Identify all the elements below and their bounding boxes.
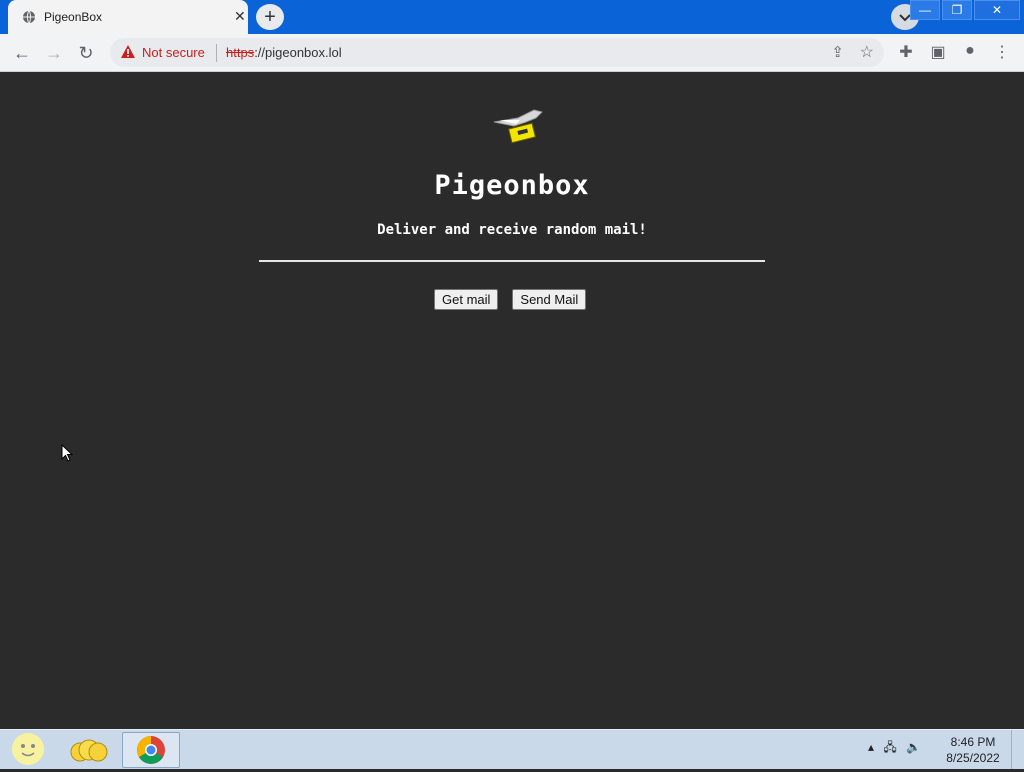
bookmark-star-icon[interactable]: ☆ [860,42,874,62]
minimize-button[interactable]: — [910,0,940,20]
window-close-button[interactable]: ✕ [974,0,1020,20]
chrome-icon [137,736,165,764]
globe-icon [23,10,35,24]
browser-toolbar: ← → ↻ Not secure https://pigeonbox.lol ⇪… [0,34,1024,72]
taskbar-clock[interactable]: 8:46 PM 8/25/2022 [940,734,1006,766]
extensions-icon[interactable]: ✚ [896,42,916,62]
taskbar-folder[interactable] [62,732,118,766]
action-buttons: Get mail Send Mail [434,289,587,310]
mouse-cursor-icon [61,444,73,462]
address-bar[interactable]: Not secure https://pigeonbox.lol ⇪ ☆ [110,38,884,67]
network-icon[interactable]: 🖧 [883,740,896,754]
address-separator [216,44,217,62]
clock-time: 8:46 PM [950,735,996,749]
side-panel-icon[interactable]: ▣ [928,42,948,62]
restore-button[interactable]: ❐ [942,0,972,20]
url-text[interactable]: https://pigeonbox.lol [226,45,342,60]
back-arrow-icon[interactable]: ← [10,41,34,65]
show-desktop-button[interactable] [1011,730,1024,769]
taskbar: ▴ 🖧 🔈 8:46 PM 8/25/2022 [0,729,1024,769]
taskbar-chrome[interactable] [122,732,180,768]
start-button[interactable] [4,732,60,766]
tray-expand-icon[interactable]: ▴ [868,740,874,754]
tab-close-icon[interactable]: ✕ [234,8,246,25]
browser-tab[interactable]: PigeonBox ✕ [8,0,248,34]
url-scheme: https [226,45,255,60]
warning-icon[interactable] [120,44,136,60]
menu-icon[interactable]: ⋮ [992,42,1012,62]
get-mail-button[interactable]: Get mail [434,289,499,310]
tab-title: PigeonBox [44,10,103,24]
start-orb-icon [12,733,44,765]
forward-arrow-icon[interactable]: → [42,41,66,65]
new-tab-button[interactable]: + [256,4,284,30]
system-tray: ▴ 🖧 🔈 [868,738,921,759]
pigeon-logo-icon [493,109,543,144]
volume-icon[interactable]: 🔈 [906,740,921,754]
browser-titlebar: PigeonBox ✕ + — ❐ ✕ [0,0,1024,34]
clock-date: 8/25/2022 [946,751,1000,765]
not-secure-label[interactable]: Not secure [142,45,205,60]
url-host: ://pigeonbox.lol [254,45,342,60]
window-controls: — ❐ ✕ [908,0,1020,20]
reload-icon[interactable]: ↻ [74,41,98,65]
send-mail-button[interactable]: Send Mail [512,289,587,310]
profile-icon[interactable]: ● [960,42,980,60]
folder-icon [70,739,108,762]
share-icon[interactable]: ⇪ [831,43,844,61]
page-title: Pigeonbox [434,170,590,201]
page-content: Pigeonbox Deliver and receive random mai… [0,72,1024,729]
divider [259,260,765,262]
page-subtitle: Deliver and receive random mail! [377,222,647,238]
